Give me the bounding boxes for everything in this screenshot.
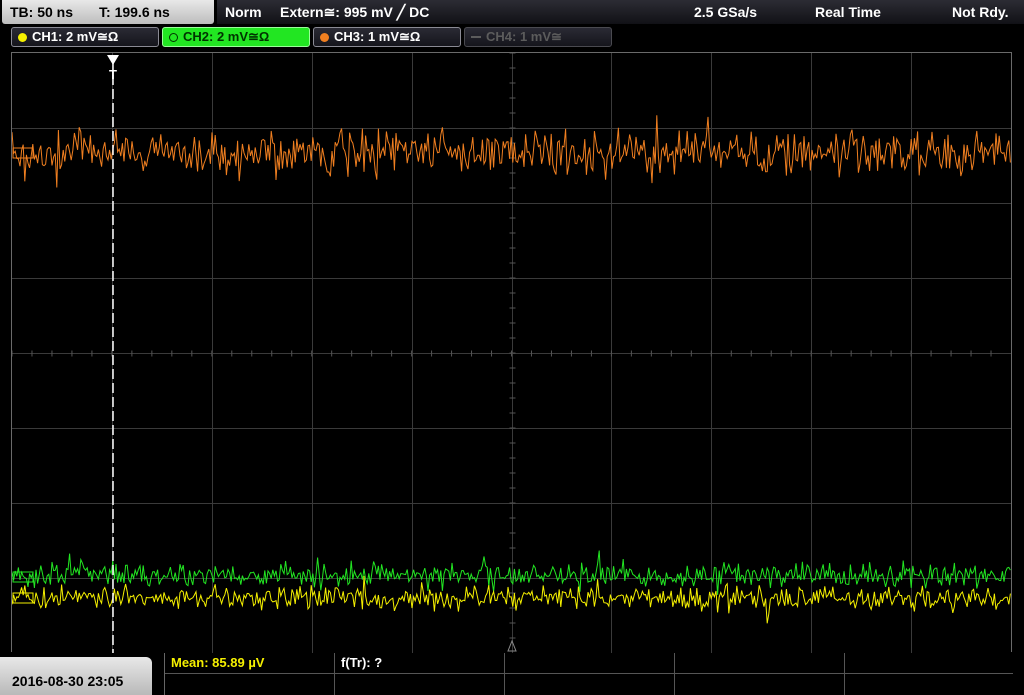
ch2-indicator-icon <box>169 32 178 42</box>
measurement-panel[interactable]: Mean: 85.89 µV f(Tr): ? <box>164 653 1013 695</box>
measurement-slot-5[interactable] <box>845 653 1013 674</box>
measurement-slot-6[interactable] <box>165 674 335 695</box>
waveform-display[interactable]: T <box>11 52 1012 653</box>
channel-tab-ch2[interactable]: CH2: 2 mV≅Ω <box>162 27 310 47</box>
ch4-label: CH4: 1 mV≅ <box>486 29 562 44</box>
channel-tabs: CH1: 2 mV≅Ω CH2: 2 mV≅Ω CH3: 1 mV≅Ω CH4:… <box>0 26 1024 48</box>
measurement-slot-9[interactable] <box>675 674 845 695</box>
timebase-panel[interactable]: TB: 50 ns T: 199.6 ns <box>2 0 214 24</box>
ch3-indicator-icon <box>320 32 329 42</box>
datetime-panel: 2016-08-30 23:05 <box>0 657 152 695</box>
channel-tab-ch1[interactable]: CH1: 2 mV≅Ω <box>11 27 159 47</box>
bottom-bar: 2016-08-30 23:05 Mean: 85.89 µV f(Tr): ? <box>0 653 1024 695</box>
measurement-slot-3[interactable] <box>505 653 675 674</box>
trigger-marker-label: T <box>109 67 117 82</box>
sample-rate: 2.5 GSa/s <box>694 4 758 20</box>
acquisition-mode: Real Time <box>815 4 881 20</box>
run-status: Not Rdy. <box>952 4 1009 20</box>
measurement-slot-4[interactable] <box>675 653 845 674</box>
measurement-slot-8[interactable] <box>505 674 675 695</box>
trigger-source: Extern≅: 995 mV ╱ DC <box>280 4 430 20</box>
ch1-trace <box>12 575 1011 624</box>
ch2-trace <box>12 550 1011 595</box>
measurement-rise-frequency[interactable]: f(Tr): ? <box>335 653 505 674</box>
timebase-value: TB: 50 ns <box>10 4 74 20</box>
datetime-value: 2016-08-30 23:05 <box>12 673 124 689</box>
top-status-bar: TB: 50 ns T: 199.6 ns Norm Extern≅: 995 … <box>0 0 1024 25</box>
ch3-trace <box>12 115 1011 188</box>
ch1-indicator-icon <box>18 32 27 42</box>
trigger-mode: Norm <box>225 4 262 20</box>
trigger-position-marker-icon[interactable] <box>107 55 119 65</box>
waveform-canvas: T <box>12 53 1011 653</box>
ch2-label: CH2: 2 mV≅Ω <box>183 29 270 44</box>
channel-tab-ch4[interactable]: CH4: 1 mV≅ <box>464 27 612 47</box>
ch1-label: CH1: 2 mV≅Ω <box>32 29 119 44</box>
channel-tab-ch3[interactable]: CH3: 1 mV≅Ω <box>313 27 461 47</box>
measurement-slot-7[interactable] <box>335 674 505 695</box>
trigger-position-value: T: 199.6 ns <box>99 4 170 20</box>
ch3-label: CH3: 1 mV≅Ω <box>334 29 421 44</box>
ch4-indicator-icon <box>471 36 481 38</box>
measurement-mean[interactable]: Mean: 85.89 µV <box>165 653 335 674</box>
acquisition-panel[interactable]: Norm Extern≅: 995 mV ╱ DC 2.5 GSa/s Real… <box>217 0 1024 24</box>
